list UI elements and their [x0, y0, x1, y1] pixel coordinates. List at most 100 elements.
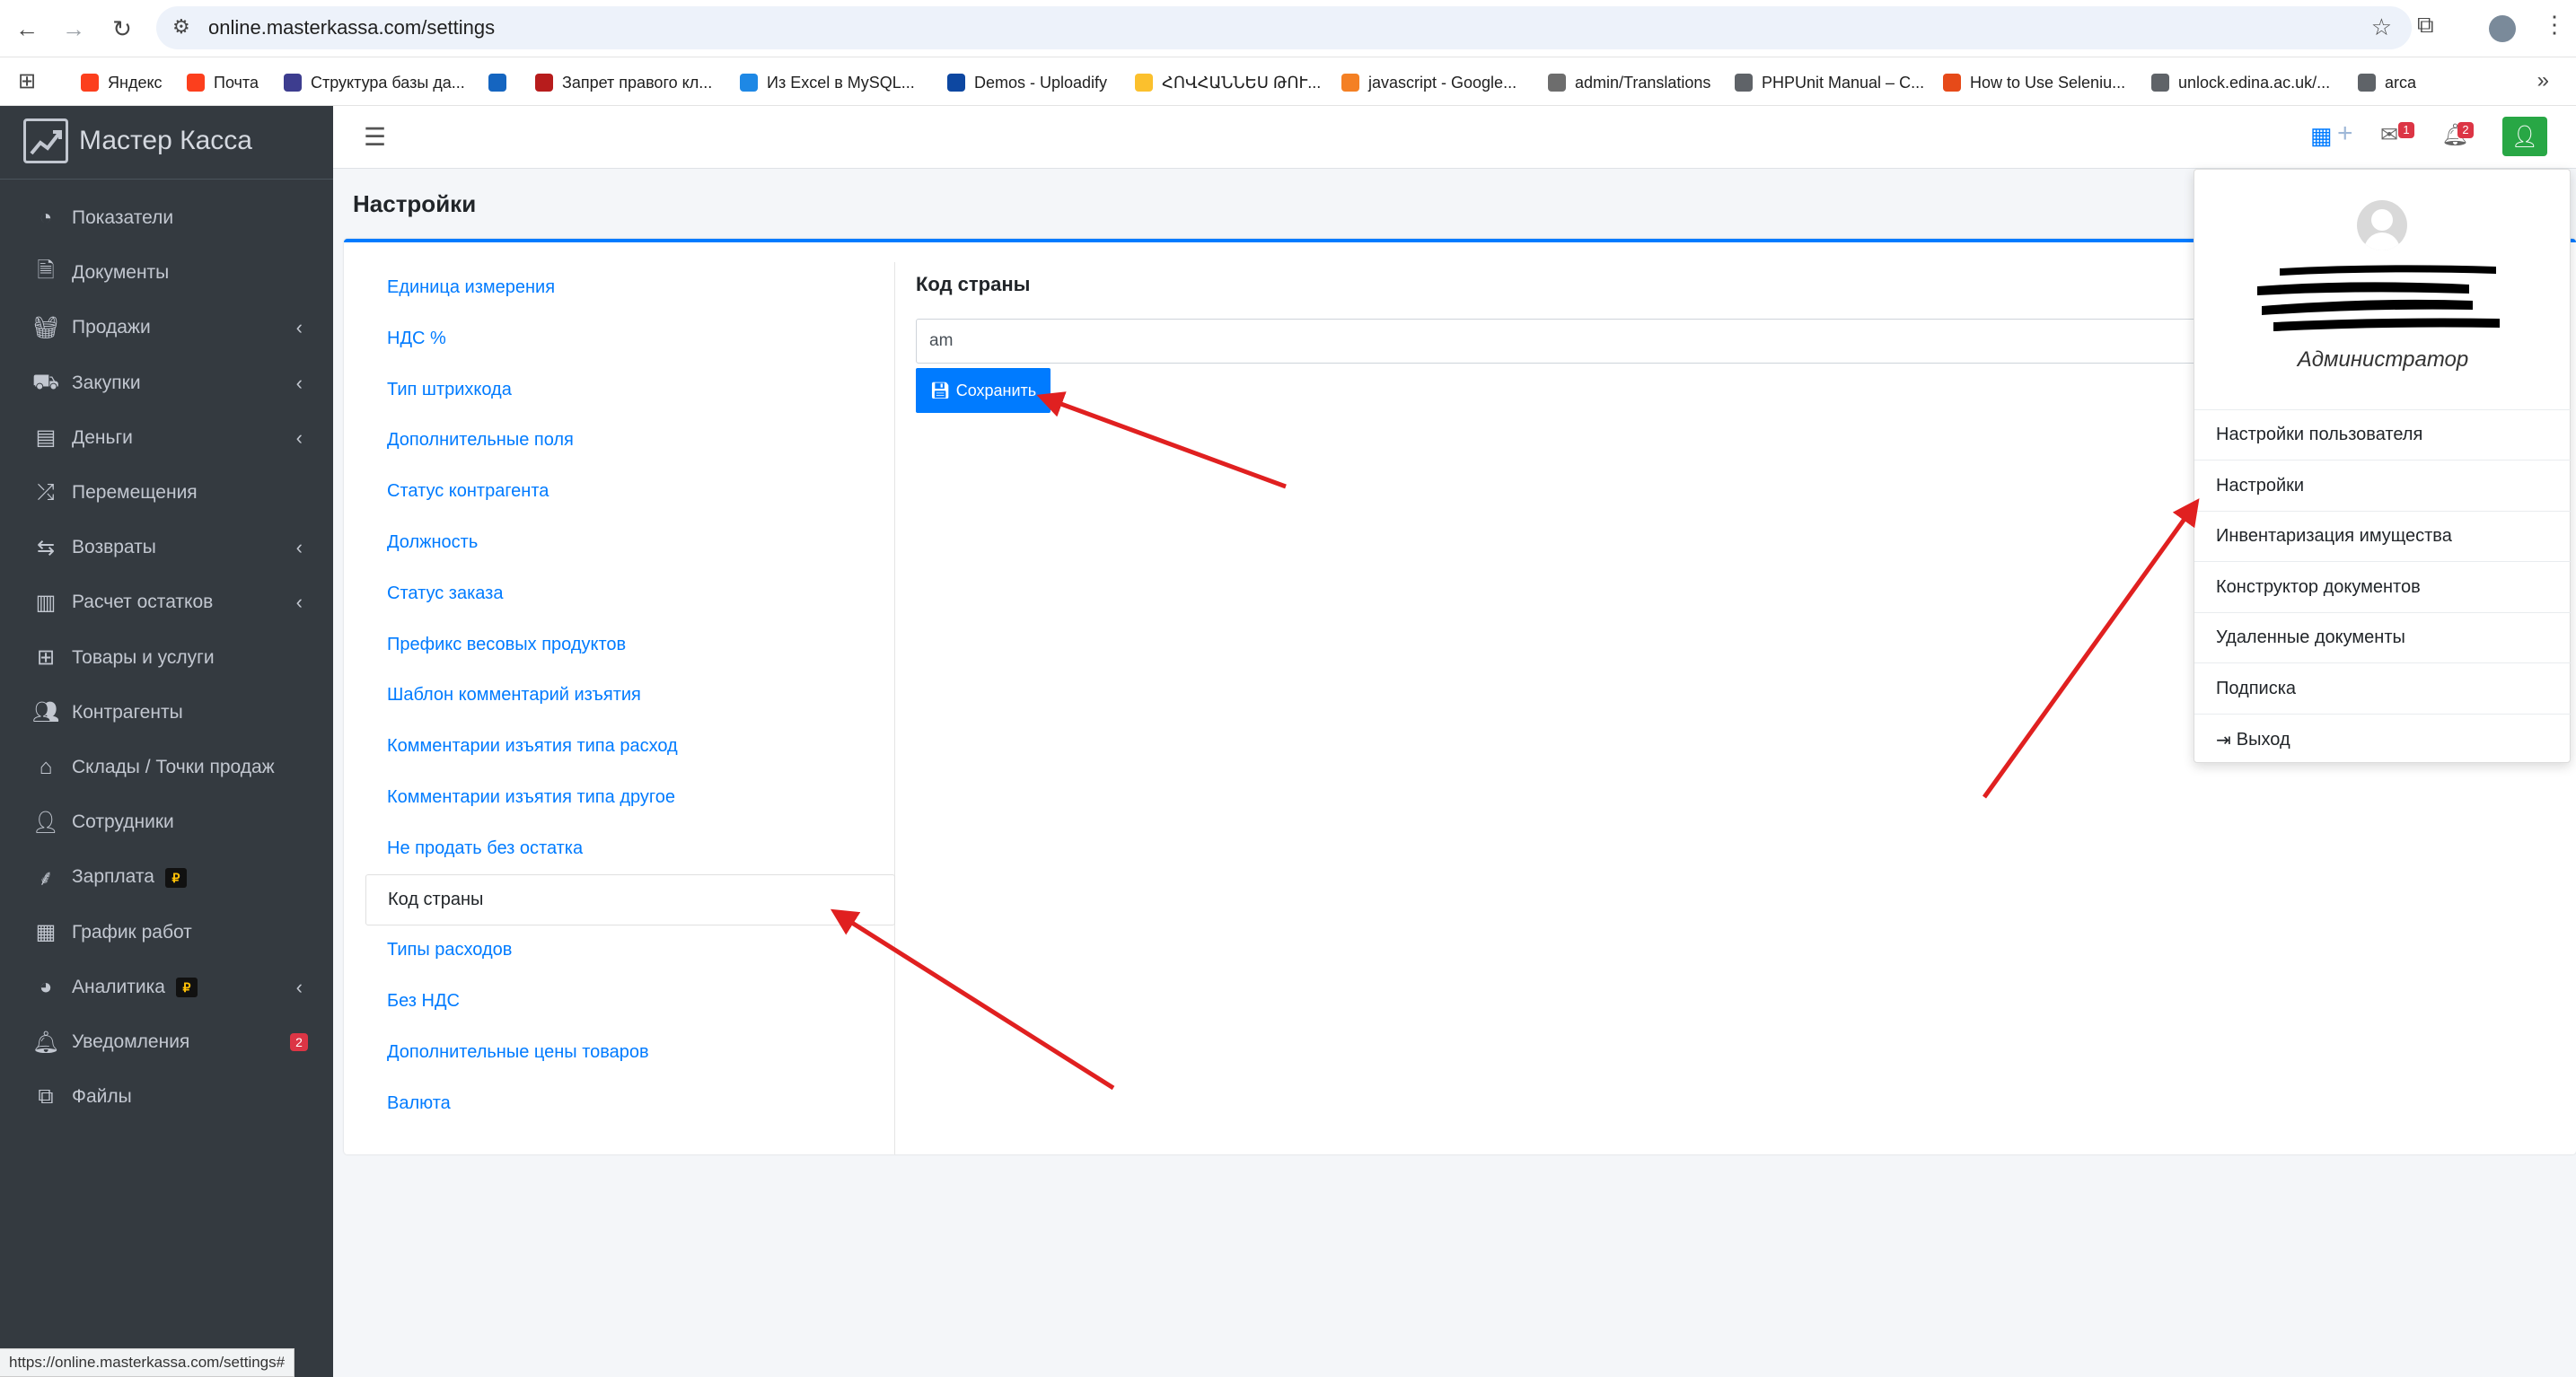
user-menu-item[interactable]: Инвентаризация имущества: [2194, 512, 2572, 562]
calendar-icon: ▦: [35, 920, 57, 945]
bookmark-label: Запрет правого кл...: [562, 73, 713, 92]
sidebar-item[interactable]: ▦ График работ: [0, 907, 333, 959]
sidebar-item[interactable]: ⊞ Товары и услуги: [0, 632, 333, 684]
sidebar-item[interactable]: 🗎︎ Документы: [0, 247, 333, 299]
bookmark-label: Яндекс: [108, 73, 163, 92]
bookmark-item[interactable]: Demos - Uploadify: [947, 70, 1107, 95]
sidebar-item-label: Возвраты: [72, 537, 156, 558]
user-menu-item[interactable]: Подписка: [2194, 664, 2572, 715]
bookmark-item[interactable]: PHPUnit Manual – C...: [1735, 70, 1924, 95]
sidebar-item[interactable]: ⤮ Перемещения: [0, 467, 333, 519]
bookmark-item[interactable]: ՀՈՎՀԱՆՆԵՍ ԹՈՒ...: [1135, 70, 1321, 95]
bookmark-item[interactable]: Яндекс: [81, 70, 163, 95]
sidebar-item[interactable]: ◔ Показатели: [0, 192, 333, 244]
dashboard-icon: ◔: [39, 206, 53, 230]
top-navbar: ☰ ▦ + ✉ 1 🔔︎ 2 👤︎: [333, 106, 2576, 169]
sidebar-item-text: Склады / Точки продаж: [72, 757, 275, 777]
settings-list-item[interactable]: Статус заказа: [365, 568, 895, 619]
sidebar-item-text: Уведомления: [72, 1031, 190, 1052]
address-bar[interactable]: ⚙ online.masterkassa.com/settings ☆: [156, 6, 2412, 49]
sidebar-item-label: Продажи: [72, 317, 151, 338]
bookmark-star-icon[interactable]: ☆: [2371, 13, 2392, 41]
dolly-icon: ⛟: [31, 369, 60, 394]
sidebar-item[interactable]: ⌂ Склады / Точки продаж: [0, 741, 333, 794]
user-menu-item[interactable]: Удаленные документы: [2194, 613, 2572, 663]
menu-toggle-icon[interactable]: ☰: [364, 122, 386, 152]
bookmark-item[interactable]: javascript - Google...: [1341, 70, 1517, 95]
sidebar-item[interactable]: 👤︎ Сотрудники: [0, 796, 333, 848]
sidebar-item[interactable]: ▤ Деньги ‹: [0, 412, 333, 464]
settings-list-item[interactable]: Комментарии изъятия типа другое: [365, 772, 895, 823]
user-menu-item[interactable]: Настройки: [2194, 461, 2572, 512]
sidebar-item[interactable]: ⧉ Файлы: [0, 1071, 333, 1123]
user-icon: 👤︎: [31, 810, 60, 835]
settings-list-item[interactable]: НДС %: [365, 313, 895, 364]
sidebar-item[interactable]: ▥ Расчет остатков ‹: [0, 576, 333, 628]
sidebar-item-label: Товары и услуги: [72, 647, 215, 669]
user-menu-item[interactable]: ⇥ Выход: [2194, 715, 2572, 765]
bookmark-item[interactable]: Структура базы да...: [284, 70, 465, 95]
settings-list-item[interactable]: Шаблон комментарий изъятия: [365, 670, 895, 721]
settings-list-item[interactable]: Без НДС: [365, 976, 895, 1027]
reload-icon[interactable]: ↻: [104, 11, 140, 47]
sidebar-item-text: Показатели: [72, 207, 174, 228]
bookmark-item[interactable]: [488, 70, 515, 95]
back-icon[interactable]: ←: [9, 11, 45, 47]
sidebar-item[interactable]: ◕ Аналитика ₽ ‹: [0, 961, 333, 1013]
plus-icon[interactable]: +: [2337, 118, 2353, 149]
bookmark-favicon-icon: [1943, 74, 1961, 92]
more-bookmarks-icon[interactable]: »: [2537, 68, 2549, 93]
bookmark-item[interactable]: admin/Translations: [1548, 70, 1710, 95]
brand[interactable]: Мастер Касса: [0, 106, 333, 180]
save-button[interactable]: 💾︎ Сохранить: [916, 368, 1051, 413]
settings-list-item[interactable]: Типы расходов: [365, 925, 895, 976]
sidebar-item[interactable]: ⛟ Закупки ‹: [0, 357, 333, 409]
sidebar-item[interactable]: ⸙ Зарплата ₽: [0, 851, 333, 903]
settings-list-item[interactable]: Должность: [365, 517, 895, 568]
user-dropdown-header: Администратор: [2194, 170, 2572, 410]
user-menu-item[interactable]: Конструктор документов: [2194, 563, 2572, 613]
settings-list-item[interactable]: Валюта: [365, 1078, 895, 1129]
bookmark-item[interactable]: arca: [2358, 70, 2416, 95]
site-settings-icon[interactable]: ⚙: [172, 15, 190, 39]
bookmark-item[interactable]: Из Excel в MySQL...: [740, 70, 915, 95]
chevron-left-icon: ‹: [295, 975, 303, 998]
settings-list-item[interactable]: Единица измерения: [365, 262, 895, 313]
settings-list-item[interactable]: Префикс весовых продуктов: [365, 619, 895, 671]
calculator-icon[interactable]: ▦: [2310, 122, 2333, 150]
user-menu-item[interactable]: Настройки пользователя: [2194, 410, 2572, 460]
tree-icon: ⸙: [38, 865, 54, 890]
bookmark-item[interactable]: Почта: [187, 70, 259, 95]
url-text[interactable]: online.masterkassa.com/settings: [208, 16, 495, 39]
apps-grid-icon[interactable]: ⊞: [18, 68, 36, 94]
settings-list-item[interactable]: Дополнительные поля: [365, 415, 895, 466]
settings-list-item[interactable]: Дополнительные цены товаров: [365, 1027, 895, 1078]
settings-list-item[interactable]: Код страны: [365, 873, 895, 925]
bookmark-item[interactable]: Запрет правого кл...: [535, 70, 712, 95]
sidebar-item-text: Зарплата: [72, 866, 154, 888]
sidebar-item-text: Продажи: [72, 317, 151, 338]
sidebar-item-text: Перемещения: [72, 482, 198, 503]
user-menu-button[interactable]: 👤︎: [2502, 117, 2547, 156]
bookmark-item[interactable]: How to Use Seleniu...: [1943, 70, 2125, 95]
envelope-icon[interactable]: ✉: [2380, 122, 2398, 148]
sidebar-item[interactable]: ⇆ Возвраты ‹: [0, 522, 333, 574]
settings-list-item[interactable]: Комментарии изъятия типа расход: [365, 721, 895, 772]
chevron-left-icon: ‹: [295, 536, 303, 559]
profile-avatar[interactable]: [2489, 15, 2516, 42]
bookmark-item[interactable]: unlock.edina.ac.uk/...: [2151, 70, 2330, 95]
settings-list-item[interactable]: Тип штрихкода: [365, 364, 895, 416]
sidebar-item[interactable]: 🔔︎ Уведомления 2: [0, 1016, 333, 1068]
sidebar-item[interactable]: 🧺︎ Продажи ‹: [0, 302, 333, 354]
bookmark-label: arca: [2385, 73, 2417, 92]
extensions-icon[interactable]: ⧉: [2417, 11, 2434, 39]
avatar: [2357, 200, 2407, 250]
sidebar-item-text: Сотрудники: [72, 811, 174, 833]
chrome-menu-icon[interactable]: ⋮: [2543, 11, 2566, 39]
shuffle-icon: ⤮: [37, 480, 55, 504]
forward-icon[interactable]: →: [56, 11, 92, 47]
chevron-left-icon: ‹: [295, 316, 303, 339]
sidebar-item[interactable]: 👥︎ Контрагенты: [0, 687, 333, 739]
settings-list-item[interactable]: Не продать без остатка: [365, 823, 895, 874]
settings-list-item[interactable]: Статус контрагента: [365, 466, 895, 517]
